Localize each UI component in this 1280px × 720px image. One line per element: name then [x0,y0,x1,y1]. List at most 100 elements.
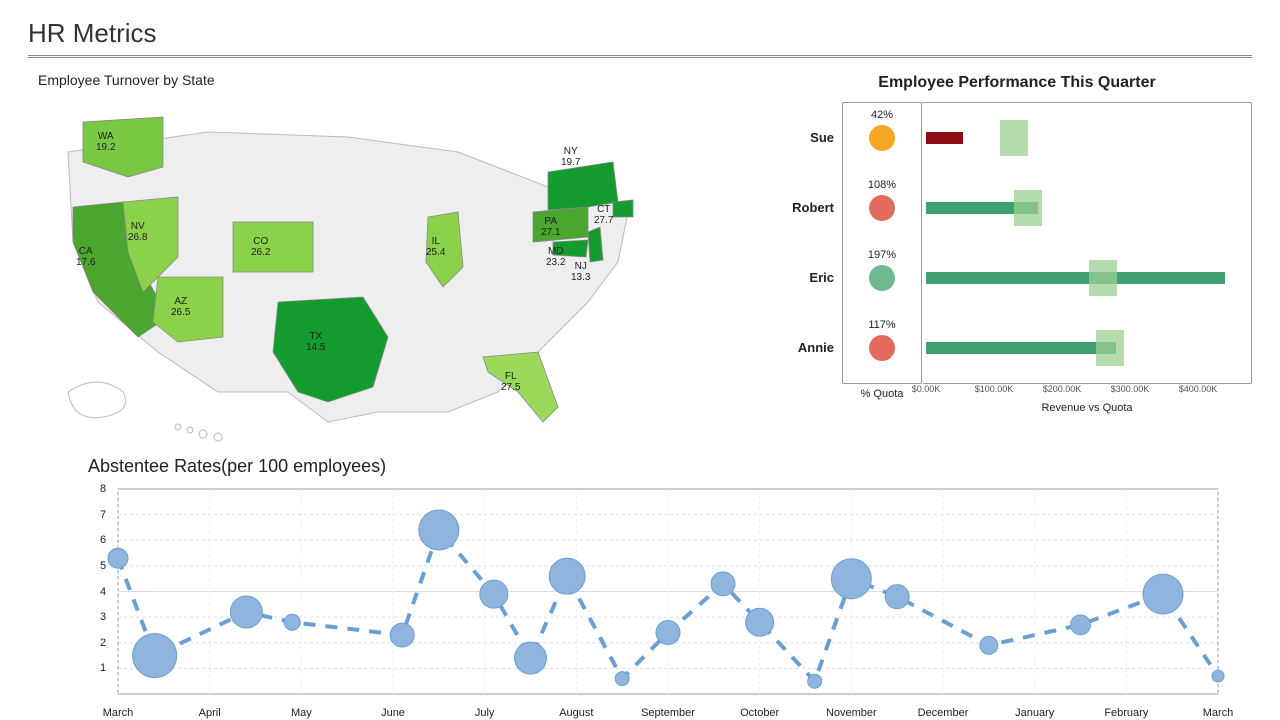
absentee-panel: Abstentee Rates(per 100 employees) 1 2 3 4 5… [28,456,1252,719]
revenue-tick: $400.00K [1179,384,1218,394]
performance-title: Employee Performance This Quarter [782,74,1252,92]
absentee-ytick: 6 [100,534,106,546]
absentee-xtick: January [1015,707,1054,719]
perf-name: Eric [782,242,842,312]
absentee-xtick: October [740,707,779,719]
absentee-point[interactable] [711,572,735,596]
absentee-point[interactable] [549,558,585,594]
absentee-svg [58,479,1238,719]
absentee-xtick: April [199,707,221,719]
quota-dot [869,125,895,151]
perf-quota-cell: 117% [843,313,921,383]
absentee-point[interactable] [615,672,629,686]
perf-revenue-cell [922,173,1251,243]
absentee-xtick: February [1104,707,1148,719]
absentee-point[interactable] [1071,615,1091,635]
absentee-xtick: December [918,707,969,719]
revenue-tick: $200.00K [1043,384,1082,394]
revenue-tick: $0.00K [912,384,941,394]
absentee-ytick: 4 [100,586,106,598]
revenue-caption: Revenue vs Quota [922,398,1252,418]
perf-quota-cell: 108% [843,173,921,243]
absentee-point[interactable] [808,674,822,688]
quota-mark [1089,260,1117,296]
absentee-ytick: 7 [100,509,106,521]
quota-mark [1000,120,1028,156]
quota-mark [1014,190,1042,226]
quota-pct: 108% [843,179,921,191]
us-map-svg [28,92,668,452]
absentee-point[interactable] [390,623,414,647]
revenue-tick: $300.00K [1111,384,1150,394]
perf-name-column: SueRobertEricAnnie [782,102,842,384]
absentee-point[interactable] [419,510,459,550]
state-MD[interactable] [553,240,588,257]
absentee-point[interactable] [656,621,680,645]
perf-quota-cell: 42% [843,103,921,173]
absentee-point[interactable] [133,634,177,678]
page-title: HR Metrics [28,18,1252,49]
map-subtitle: Employee Turnover by State [38,72,752,88]
performance-panel: Employee Performance This Quarter SueRob… [782,68,1252,452]
absentee-ytick: 2 [100,637,106,649]
absentee-ytick: 1 [100,662,106,674]
absentee-xtick: June [381,707,405,719]
absentee-point[interactable] [746,608,774,636]
line-grid [118,489,1218,694]
state-NJ[interactable] [588,227,603,262]
state-CT[interactable] [613,200,633,217]
revenue-ticks: $0.00K$100.00K$200.00K$300.00K$400.00K [922,384,1252,398]
absentee-point[interactable] [1143,574,1183,614]
absentee-ytick: 3 [100,611,106,623]
absentee-point[interactable] [108,548,128,568]
absentee-dots [108,510,1224,688]
absentee-xtick: November [826,707,877,719]
absentee-xtick: May [291,707,312,719]
state-PA[interactable] [533,207,588,242]
absentee-xtick: September [641,707,695,719]
absentee-chart: 1 2 3 4 5 6 7 8 March April May June July August Sept… [58,479,1238,719]
revenue-bar [926,132,963,144]
absentee-point[interactable] [480,580,508,608]
quota-dot [869,335,895,361]
absentee-xtick: July [475,707,495,719]
quota-pct: 197% [843,249,921,261]
perf-quota-column: 42% 108% 197% 117% [842,102,922,384]
quota-mark [1096,330,1124,366]
perf-name: Sue [782,102,842,172]
absentee-point[interactable] [1212,670,1224,682]
absentee-title: Abstentee Rates(per 100 employees) [88,456,1252,477]
divider [28,55,1252,58]
quota-dot [869,195,895,221]
perf-revenue-cell [922,103,1251,173]
absentee-ytick: 8 [100,483,106,495]
absentee-xtick: March [103,707,134,719]
us-map: WA19.2CA17.6NV26.8AZ26.5CO26.2TX14.5IL25… [28,92,668,452]
absentee-point[interactable] [230,596,262,628]
hawaii-outline [175,424,222,441]
revenue-bar [926,272,1225,284]
absentee-point[interactable] [515,642,547,674]
state-NY[interactable] [548,162,618,210]
turnover-map-panel: Employee Turnover by State WA19.2CA17.6N… [28,68,752,452]
quota-dot [869,265,895,291]
absentee-point[interactable] [980,636,998,654]
revenue-tick: $100.00K [975,384,1014,394]
quota-pct: 42% [843,109,921,121]
perf-name: Annie [782,312,842,382]
perf-name: Robert [782,172,842,242]
state-CO[interactable] [233,222,313,272]
absentee-point[interactable] [284,614,300,630]
perf-quota-cell: 197% [843,243,921,313]
absentee-point[interactable] [831,559,871,599]
absentee-xtick: August [559,707,593,719]
quota-caption: % Quota [842,384,922,418]
absentee-point[interactable] [885,585,909,609]
revenue-bar [926,342,1116,354]
alaska-outline [68,382,126,418]
perf-revenue-cell [922,313,1251,383]
perf-revenue-column [922,102,1252,384]
absentee-ytick: 5 [100,560,106,572]
absentee-xtick: March [1203,707,1234,719]
perf-revenue-cell [922,243,1251,313]
